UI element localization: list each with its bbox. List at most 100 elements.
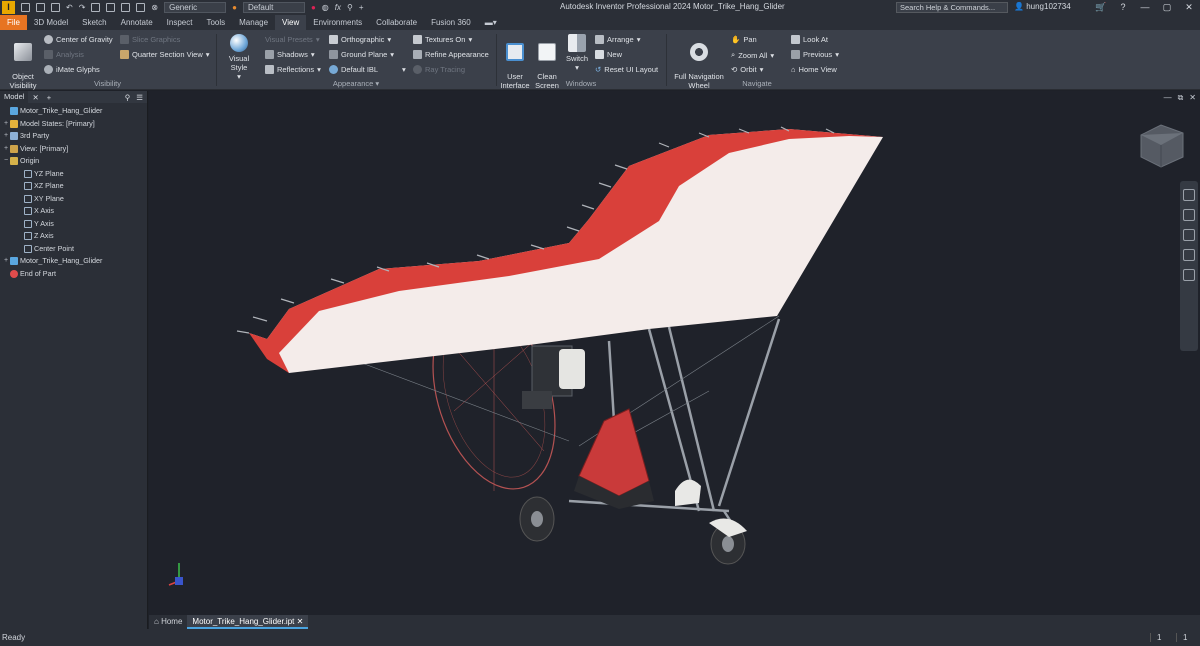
home-icon[interactable] — [91, 3, 101, 12]
switch-button[interactable]: Switch ▾ — [563, 34, 591, 72]
update-icon[interactable] — [136, 3, 146, 12]
previous-view-button[interactable]: Previous ▾ — [791, 50, 839, 59]
textures-on-button[interactable]: Textures On ▾ — [413, 35, 472, 44]
tree-node[interactable]: Center Point — [0, 243, 147, 256]
browser-menu-icon[interactable]: ☰ — [136, 93, 143, 102]
maximize-button[interactable]: ▢ — [1156, 0, 1178, 15]
tree-node[interactable]: + Model States: [Primary] — [0, 118, 147, 131]
pan-icon[interactable] — [1183, 209, 1195, 221]
tree-node[interactable]: X Axis — [0, 205, 147, 218]
steering-wheel-icon[interactable] — [1183, 189, 1195, 201]
visual-presets-button[interactable]: Visual Presets ▾ — [265, 35, 320, 44]
wing-sail[interactable] — [236, 126, 883, 373]
zoom-icon[interactable] — [1183, 229, 1195, 241]
browser-tab-model[interactable]: Model — [0, 91, 29, 103]
ribbon-options-icon[interactable]: ▬▾ — [478, 15, 504, 30]
tab-tools[interactable]: Tools — [199, 15, 232, 30]
tree-expander-icon[interactable]: + — [2, 118, 10, 131]
orbit-button[interactable]: ⟲ Orbit ▾ — [731, 65, 763, 74]
open-file-icon[interactable] — [36, 3, 45, 12]
quarter-section-view-button[interactable]: Quarter Section View ▾ — [120, 50, 210, 59]
color-override-icon[interactable]: ● — [311, 3, 316, 12]
tab-environments[interactable]: Environments — [306, 15, 369, 30]
browser-add-tab-icon[interactable]: + — [47, 93, 51, 102]
clear-appearance-icon[interactable]: ◍ — [322, 3, 329, 12]
tree-node[interactable]: +3rd Party — [0, 130, 147, 143]
refine-appearance-button[interactable]: Refine Appearance — [413, 50, 489, 59]
redo-icon[interactable]: ↷ — [79, 3, 86, 12]
new-file-icon[interactable] — [21, 3, 30, 12]
tab-3d-model[interactable]: 3D Model — [27, 15, 75, 30]
orthographic-button[interactable]: Orthographic ▾ — [329, 35, 391, 44]
viewcube[interactable] — [1140, 124, 1184, 168]
tree-node[interactable]: + Motor_Trike_Hang_Glider — [0, 255, 147, 268]
material-select[interactable]: Generic — [164, 2, 227, 13]
cart-icon[interactable]: 🛒 — [1090, 0, 1112, 15]
inventor-logo[interactable]: I — [2, 1, 15, 14]
ray-tracing-button[interactable]: Ray Tracing — [413, 65, 465, 74]
tree-node[interactable]: Motor_Trike_Hang_Glider — [0, 105, 147, 118]
tab-collaborate[interactable]: Collaborate — [369, 15, 424, 30]
doc-tab-active[interactable]: Motor_Trike_Hang_Glider.ipt ✕ — [187, 615, 309, 629]
tree-expander-icon[interactable]: + — [2, 130, 10, 143]
pan-button[interactable]: ✋ Pan — [731, 35, 757, 44]
doc-tab-home[interactable]: ⌂ Home — [149, 615, 187, 629]
end-of-part-icon — [10, 269, 18, 278]
work-feature-icon — [24, 244, 32, 253]
tree-node[interactable]: XY Plane — [0, 193, 147, 206]
tab-sketch[interactable]: Sketch — [75, 15, 113, 30]
tab-fusion-360[interactable]: Fusion 360 — [424, 15, 478, 30]
analysis-button[interactable]: Analysis — [44, 50, 84, 59]
default-ibl-button[interactable]: Default IBL ▾ — [329, 65, 406, 74]
minimize-button[interactable]: — — [1134, 0, 1156, 15]
tree-node[interactable]: Y Axis — [0, 218, 147, 231]
fx-parameters-button[interactable]: fx — [335, 3, 341, 12]
shadows-button[interactable]: Shadows ▾ — [265, 50, 315, 59]
ground-plane-button[interactable]: Ground Plane ▾ — [329, 50, 394, 59]
appearance-select[interactable]: Default — [242, 2, 305, 13]
tab-inspect[interactable]: Inspect — [160, 15, 200, 30]
tree-expander-icon[interactable]: + — [2, 255, 10, 268]
reflections-button[interactable]: Reflections ▾ — [265, 65, 321, 74]
zoom-all-button[interactable]: ⌕ Zoom All ▾ — [731, 50, 774, 60]
help-search-input[interactable]: Search Help & Commands... — [896, 2, 1008, 13]
save-icon[interactable] — [51, 3, 60, 12]
user-account[interactable]: 👤 hung102734 — [1014, 2, 1071, 11]
visual-style-button[interactable]: Visual Style ▾ — [220, 34, 258, 81]
tree-node[interactable]: − Origin — [0, 155, 147, 168]
look-at-button[interactable]: Look At — [791, 35, 828, 44]
graphics-viewport[interactable]: — ⧉ ✕ — [149, 91, 1200, 615]
undo-icon[interactable]: ↶ — [66, 3, 73, 12]
center-of-gravity-button[interactable]: Center of Gravity — [44, 35, 113, 44]
tab-file[interactable]: File — [0, 15, 27, 30]
help-icon[interactable]: ? — [1112, 0, 1134, 15]
measure-icon[interactable]: ⚲ — [347, 3, 353, 12]
tab-manage[interactable]: Manage — [232, 15, 275, 30]
tab-annotate[interactable]: Annotate — [114, 15, 160, 30]
reset-ui-layout-button[interactable]: ↺ Reset UI Layout — [595, 65, 658, 74]
tree-node[interactable]: XZ Plane — [0, 180, 147, 193]
tree-node[interactable]: + View: [Primary] — [0, 143, 147, 156]
orbit-icon[interactable] — [1183, 249, 1195, 261]
arrange-button[interactable]: Arrange ▾ — [595, 35, 640, 44]
tree-expander-icon[interactable]: + — [2, 143, 10, 156]
home-view-button[interactable]: ⌂ Home View — [791, 65, 837, 74]
look-at-icon[interactable] — [1183, 269, 1195, 281]
properties-icon[interactable] — [106, 3, 116, 12]
tree-expander-icon[interactable]: − — [2, 155, 10, 168]
select-icon[interactable] — [121, 3, 131, 12]
slice-graphics-button[interactable]: Slice Graphics — [120, 35, 180, 44]
tree-node[interactable]: YZ Plane — [0, 168, 147, 181]
add-icon[interactable]: + — [359, 3, 364, 12]
close-button[interactable]: ✕ — [1178, 0, 1200, 15]
tab-view[interactable]: View — [275, 15, 307, 30]
center-of-gravity-icon — [44, 35, 53, 44]
new-window-button[interactable]: New — [595, 50, 622, 59]
browser-tab-close-icon[interactable]: ✕ — [32, 93, 38, 102]
tree-node[interactable]: Z Axis — [0, 230, 147, 243]
browser-search-icon[interactable]: ⚲ — [125, 93, 131, 102]
close-doc-icon[interactable]: ⊗ — [151, 3, 158, 12]
tree-node[interactable]: End of Part — [0, 268, 147, 281]
doc-tab-close-icon[interactable]: ✕ — [297, 617, 304, 626]
imate-glyphs-button[interactable]: iMate Glyphs — [44, 65, 100, 74]
